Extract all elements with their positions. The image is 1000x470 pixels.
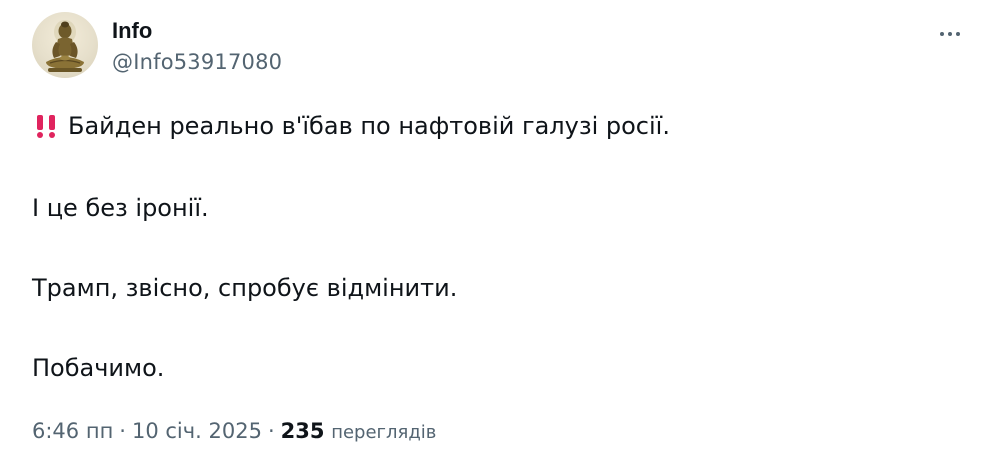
author-handle[interactable]: @Info53917080 — [112, 48, 282, 76]
meta-separator: · — [119, 419, 126, 443]
dot — [940, 32, 944, 36]
tweet-paragraph: І це без іронії. — [32, 194, 209, 222]
avatar[interactable] — [32, 12, 98, 78]
tweet-time: 6:46 пп — [32, 419, 114, 443]
meta-separator: · — [267, 419, 275, 443]
tweet-paragraph: Побачимо. — [32, 354, 165, 382]
author-display-name[interactable]: Info — [112, 18, 282, 44]
views-label: переглядів — [331, 422, 437, 443]
more-dots-icon — [940, 32, 960, 36]
dot — [948, 32, 952, 36]
double-exclamation-icon — [32, 110, 62, 142]
tweet-paragraph: Трамп, звісно, спробує відмінити. — [32, 274, 458, 302]
tweet-card: Info @Info53917080 Байден реально в'їбав… — [0, 0, 1000, 470]
tweet-paragraph-text: Байден реально в'їбав по нафтовій галузі… — [68, 112, 670, 140]
tweet-meta: 6:46 пп · 10 січ. 2025 · 235 переглядів — [32, 416, 436, 446]
tweet-date: 10 січ. 2025 — [131, 419, 262, 443]
author-name-block: Info @Info53917080 — [112, 18, 282, 76]
dot — [956, 32, 960, 36]
buddha-statue-avatar-icon — [46, 20, 84, 72]
views-count[interactable]: 235 — [281, 419, 325, 443]
tweet-header: Info @Info53917080 — [32, 12, 968, 80]
more-options-button[interactable] — [932, 20, 968, 48]
tweet-paragraph: Байден реально в'їбав по нафтовій галузі… — [32, 110, 670, 142]
tweet-timestamp-link[interactable]: 6:46 пп · 10 січ. 2025 — [32, 419, 262, 443]
